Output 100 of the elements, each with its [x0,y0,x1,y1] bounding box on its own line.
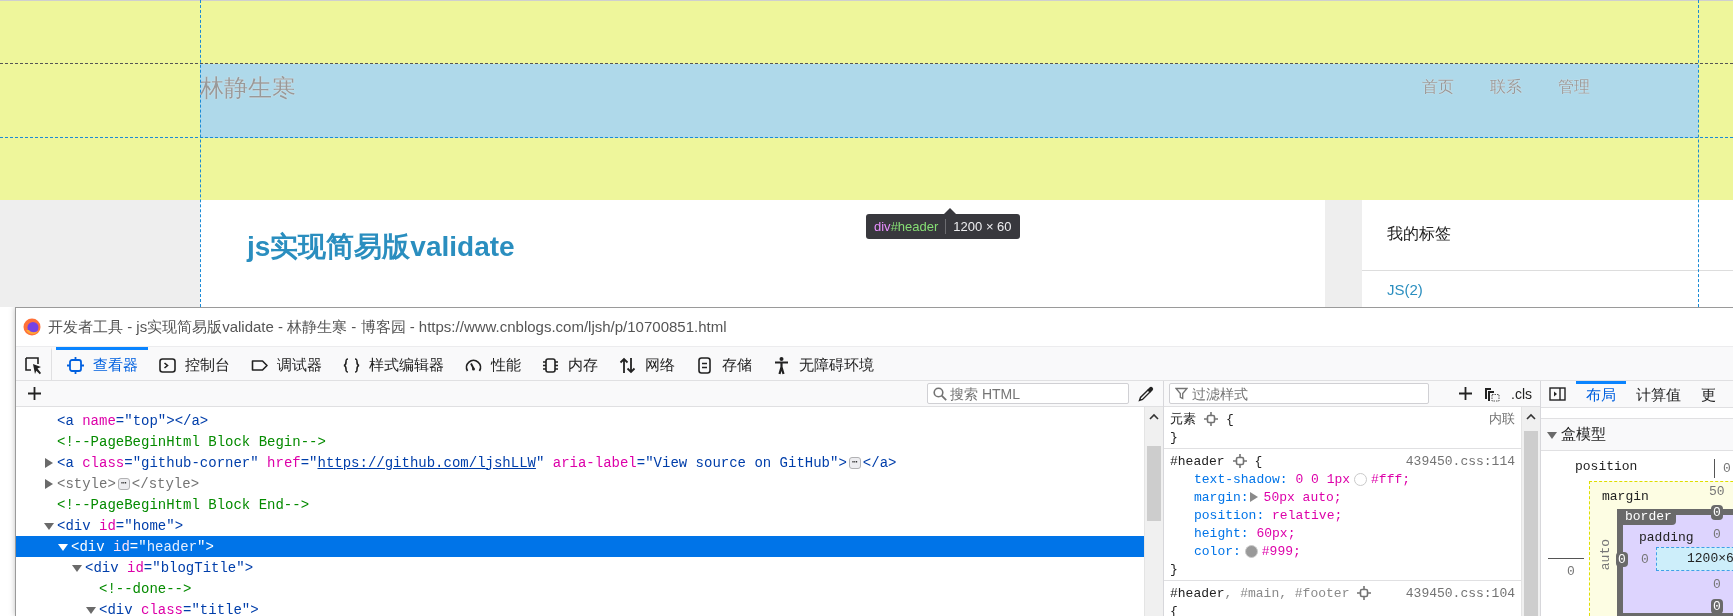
box-model-value: 50 [1709,484,1725,499]
color-swatch[interactable] [1244,544,1258,558]
browser-logo-icon [23,318,41,336]
tree-row[interactable]: <a name="top"></a> [16,410,1144,431]
box-model-label: margin [1602,489,1649,504]
caret-icon[interactable] [1248,492,1259,502]
box-model-label: position [1575,459,1638,474]
class-toggle-button[interactable]: .cls [1505,381,1540,406]
scrollbar-thumb[interactable] [1147,446,1161,521]
rule-selector: #header, #main, #footer [1170,585,1350,601]
rule-source-link[interactable]: 439450.css:104 [1405,585,1515,601]
rule-selector: #header [1170,453,1225,469]
markup-line: <a class="github-corner" href="https://github.com/ljshLLW" aria-label="View source on GitHub"> ⋯ </a> [57,454,897,471]
tool-tab[interactable]: 网络 [608,347,685,380]
element-size: 1200 × 60 [953,219,1012,234]
css-value: 50px auto; [1263,489,1342,505]
css-value: #fff; [1371,471,1411,487]
search-field[interactable]: 搜索 HTML [927,383,1129,404]
tree-row[interactable]: <a class="github-corner" href="https://github.com/ljshLLW" aria-label="View source on GitHub"> ⋯ </a> [16,452,1144,473]
tree-row[interactable]: <!--done--> [16,578,1144,599]
tree-row[interactable]: <style> ⋯ </style> [16,473,1144,494]
storage-icon [695,355,714,375]
braces-icon [342,355,361,375]
tool-tab[interactable]: 无障碍环境 [762,347,884,380]
console-icon [158,355,177,375]
element-selector: div#header [874,219,939,234]
panel-tab[interactable]: 布局 [1576,381,1626,407]
rule-source-link[interactable]: 内联 [1489,410,1515,428]
plus-icon [26,386,42,401]
element-highlight-icon[interactable] [1204,412,1218,426]
caret-icon[interactable] [44,457,54,468]
tool-tab[interactable]: 控制台 [148,347,240,380]
markup-line: <div id="home"> [57,517,184,534]
sidebar-heading: 我的标签 [1387,225,1451,242]
filter-field[interactable]: 过滤样式 [1169,383,1429,404]
tree-row[interactable]: <div id="header"> [16,536,1144,557]
box-model-value: auto [1599,539,1612,571]
post-title[interactable]: js实现简易版validate [247,228,515,266]
sidebar-panel-icon [1549,387,1566,401]
element-highlight-icon[interactable] [1357,586,1372,600]
box-model-value: 0 [1713,577,1721,592]
box-model-value: 0 [1616,552,1628,567]
inspector-icon [66,355,85,375]
markup-line: <!--done--> [99,580,192,597]
color-swatch[interactable] [1354,472,1368,486]
box-model-value: 0 [1711,599,1723,614]
css-declaration[interactable]: color: [1194,543,1241,559]
filter-icon [1175,387,1188,400]
caret-icon[interactable] [44,478,54,489]
tag-link[interactable]: JS(2) [1387,281,1423,298]
pseudo-class-icon [1484,385,1500,402]
brace: } [1170,429,1178,445]
box-model-value: 0 [1641,552,1649,567]
caret-icon[interactable] [1547,429,1557,440]
tree-row[interactable]: <!--PageBeginHtml Block End--> [16,494,1144,515]
box-model-label: border [1623,509,1676,525]
panel-tab[interactable]: 计算值 [1626,381,1691,407]
panel-tab[interactable]: 更 [1691,381,1726,407]
caret-icon[interactable] [72,562,82,573]
box-model-value: 0 [1723,461,1731,476]
box-model-label: padding [1639,530,1694,545]
caret-icon[interactable] [44,520,54,531]
tool-tab[interactable]: 内存 [531,347,608,380]
box-model-value: 1200×6 [1687,551,1733,566]
markup-line: <div id="header"> [71,538,214,555]
markup-line: <!--PageBeginHtml Block End--> [57,496,310,513]
markup-line: <a name="top"></a> [57,412,209,429]
rule-source-link[interactable]: 439450.css:114 [1405,453,1515,469]
element-highlight-icon[interactable] [1232,454,1247,468]
brace: { [1226,411,1234,427]
markup-line: <style> ⋯ </style> [57,475,200,492]
cursor-select-icon [24,355,43,375]
css-value: #999; [1261,543,1301,559]
css-declaration[interactable]: position: relative; [1194,507,1343,523]
brace: { [1254,453,1263,469]
tool-tab[interactable]: 存储 [685,347,762,380]
tree-row[interactable]: <div class="title"> [16,599,1144,616]
scroll-up-icon [1526,412,1536,422]
rule-selector: 元素 [1170,411,1196,428]
box-model-value: 0 [1567,564,1575,579]
scrollbar-thumb[interactable] [1524,431,1538,616]
css-declaration[interactable]: text-shadow: 0 0 1px [1194,471,1351,487]
tool-tab[interactable]: 性能 [454,347,531,380]
css-declaration[interactable]: margin: [1194,489,1249,505]
markup-line: <div id="blogTitle"> [85,559,254,576]
brace: } [1170,561,1178,577]
caret-icon[interactable] [86,604,96,615]
tree-row[interactable]: <div id="blogTitle"> [16,557,1144,578]
search-icon [933,387,947,401]
css-declaration[interactable]: height: 60px; [1194,525,1296,541]
markup-line: <div class="title"> [99,601,259,616]
box-model-value: 0 [1711,505,1723,520]
caret-icon[interactable] [58,541,68,552]
section-title: 盒模型 [1561,425,1606,444]
tree-row[interactable]: <div id="home"> [16,515,1144,536]
tool-tab[interactable]: 样式编辑器 [332,347,454,380]
tool-tab[interactable]: 调试器 [240,347,332,380]
chip-icon [541,355,560,375]
person-icon [772,355,791,375]
tree-row[interactable]: <!--PageBeginHtml Block Begin--> [16,431,1144,452]
